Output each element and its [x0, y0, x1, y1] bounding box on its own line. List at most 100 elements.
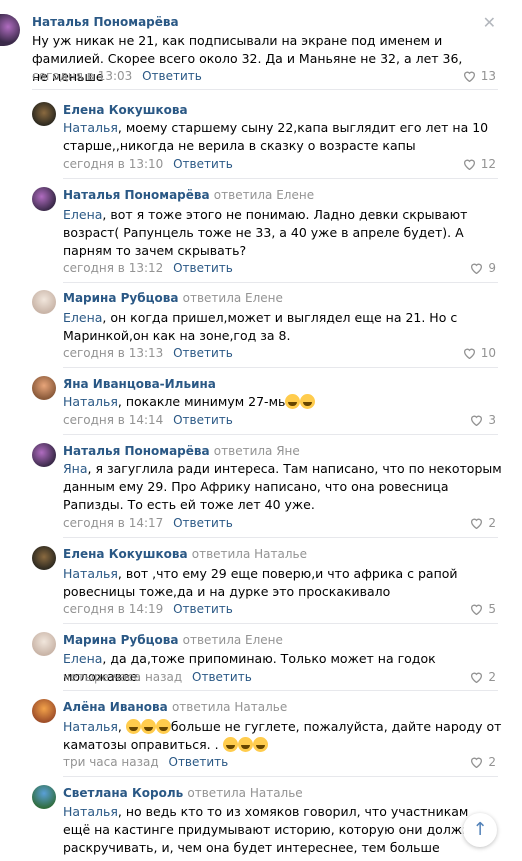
mention-link[interactable]: Яна	[63, 461, 88, 476]
comment-author[interactable]: Марина Рубцова ответила Елене	[63, 291, 283, 305]
like-button[interactable]: 3	[470, 413, 496, 427]
emoji-icon	[125, 719, 141, 734]
close-icon[interactable]: ✕	[483, 13, 496, 32]
reply-button[interactable]: Ответить	[173, 157, 233, 171]
emoji-icon	[222, 737, 238, 752]
comment-author[interactable]: Елена Кокушкова ответила Наталье	[63, 547, 307, 561]
comment-meta: сегодня в 14:14 Ответить	[63, 413, 233, 427]
like-button[interactable]: 13	[463, 69, 496, 83]
like-button[interactable]: 12	[463, 157, 496, 171]
like-button[interactable]: 2	[470, 516, 496, 530]
avatar[interactable]	[32, 785, 56, 809]
comment-time[interactable]: сегодня в 14:17	[63, 516, 163, 530]
comment-text: Наталья, покакле минимум 27-мь	[63, 393, 503, 411]
avatar[interactable]	[32, 546, 56, 570]
comment-time[interactable]: сегодня в 13:10	[63, 157, 163, 171]
like-button[interactable]: 10	[463, 346, 496, 360]
reply-button[interactable]: Ответить	[173, 413, 233, 427]
avatar[interactable]	[32, 102, 56, 126]
mention-link[interactable]: Наталья	[63, 120, 118, 135]
separator	[63, 367, 498, 368]
reply-button[interactable]: Ответить	[142, 69, 202, 83]
comment-time[interactable]: сегодня в 13:03	[32, 69, 132, 83]
reply-button[interactable]: Ответить	[173, 261, 233, 275]
comment-time[interactable]: сегодня в 14:19	[63, 602, 163, 616]
separator	[63, 623, 498, 624]
reply-button[interactable]: Ответить	[173, 346, 233, 360]
comment-author[interactable]: Елена Кокушкова	[63, 103, 188, 117]
heart-icon	[471, 757, 483, 768]
like-count: 3	[488, 413, 496, 427]
heart-icon	[463, 71, 475, 82]
comment-meta: три часа назад Ответить	[63, 755, 228, 769]
avatar[interactable]	[0, 14, 20, 46]
like-button[interactable]: 2	[470, 670, 496, 684]
comment-time[interactable]: сегодня в 14:14	[63, 413, 163, 427]
comment-author[interactable]: Яна Иванцова-Ильина	[63, 377, 216, 391]
avatar[interactable]	[32, 699, 56, 723]
comment-meta: сегодня в 13:12 Ответить	[63, 261, 233, 275]
comment-author[interactable]: Наталья Пономарёва ответила Яне	[63, 444, 300, 458]
comment-meta: сегодня в 13:13 Ответить	[63, 346, 233, 360]
like-count: 10	[480, 346, 496, 360]
comment-text: Наталья, вот ,что ему 29 еще поверю,и чт…	[63, 566, 458, 599]
mention-link[interactable]: Наталья	[63, 804, 118, 819]
comment-time[interactable]: сегодня в 13:13	[63, 346, 163, 360]
reply-button[interactable]: Ответить	[173, 516, 233, 530]
avatar[interactable]	[32, 632, 56, 656]
reply-button[interactable]: Ответить	[169, 755, 229, 769]
heart-icon	[471, 518, 483, 529]
comment-time[interactable]: три часа назад	[63, 755, 159, 769]
scroll-up-button[interactable]: ↑	[463, 813, 497, 847]
mention-link[interactable]: Елена	[63, 310, 102, 325]
emoji-icon	[237, 737, 253, 752]
like-count: 13	[480, 69, 496, 83]
arrow-up-icon: ↑	[472, 819, 488, 840]
mention-link[interactable]: Наталья	[63, 566, 118, 581]
emoji-icon	[252, 737, 268, 752]
separator	[63, 690, 498, 691]
comment-meta: сегодня в 13:03 Ответить	[32, 69, 202, 83]
separator	[63, 178, 498, 179]
separator	[63, 434, 498, 435]
comment-text: Наталья, моему старшему сыну 22,капа выг…	[63, 120, 489, 153]
like-count: 5	[488, 602, 496, 616]
like-button[interactable]: 5	[470, 602, 496, 616]
avatar[interactable]	[32, 376, 56, 400]
heart-icon	[471, 672, 483, 683]
reply-button[interactable]: Ответить	[173, 602, 233, 616]
comment-time[interactable]: сегодня в 13:12	[63, 261, 163, 275]
separator	[32, 89, 498, 90]
comment-author[interactable]: Светлана Король ответила Наталье	[63, 786, 303, 800]
separator	[63, 282, 498, 283]
comment-meta: сегодня в 14:17 Ответить	[63, 516, 233, 530]
comment-text: Наталья, больше не гуглете, пожалуйста, …	[63, 719, 502, 752]
comment-text: Елена, вот я тоже этого не понимаю. Ладн…	[63, 207, 468, 258]
emoji-icon	[155, 719, 171, 734]
mention-link[interactable]: Елена	[63, 651, 102, 666]
comment-author[interactable]: Марина Рубцова ответила Елене	[63, 633, 283, 647]
comment-meta: сегодня в 14:19 Ответить	[63, 602, 233, 616]
like-count: 9	[488, 261, 496, 275]
like-count: 2	[488, 755, 496, 769]
comment-text: Наталья, но ведь кто то из хомяков говор…	[63, 804, 481, 861]
comment-author[interactable]: Наталья Пономарёва	[32, 15, 179, 29]
mention-link[interactable]: Елена	[63, 207, 102, 222]
avatar[interactable]	[32, 187, 56, 211]
comment-text: Елена, он когда пришел,может и выглядел …	[63, 310, 458, 343]
like-button[interactable]: 2	[470, 755, 496, 769]
like-count: 2	[488, 516, 496, 530]
avatar[interactable]	[32, 443, 56, 467]
comment-time[interactable]: четыре часа назад	[63, 670, 182, 684]
mention-link[interactable]: Наталья	[63, 719, 118, 734]
heart-icon	[463, 159, 475, 170]
mention-link[interactable]: Наталья	[63, 394, 118, 409]
like-button[interactable]: 9	[470, 261, 496, 275]
reply-button[interactable]: Ответить	[192, 670, 252, 684]
heart-icon	[471, 604, 483, 615]
avatar[interactable]	[32, 290, 56, 314]
like-count: 12	[480, 157, 496, 171]
like-count: 2	[488, 670, 496, 684]
comment-author[interactable]: Алёна Иванова ответила Наталье	[63, 700, 287, 714]
comment-author[interactable]: Наталья Пономарёва ответила Елене	[63, 188, 314, 202]
